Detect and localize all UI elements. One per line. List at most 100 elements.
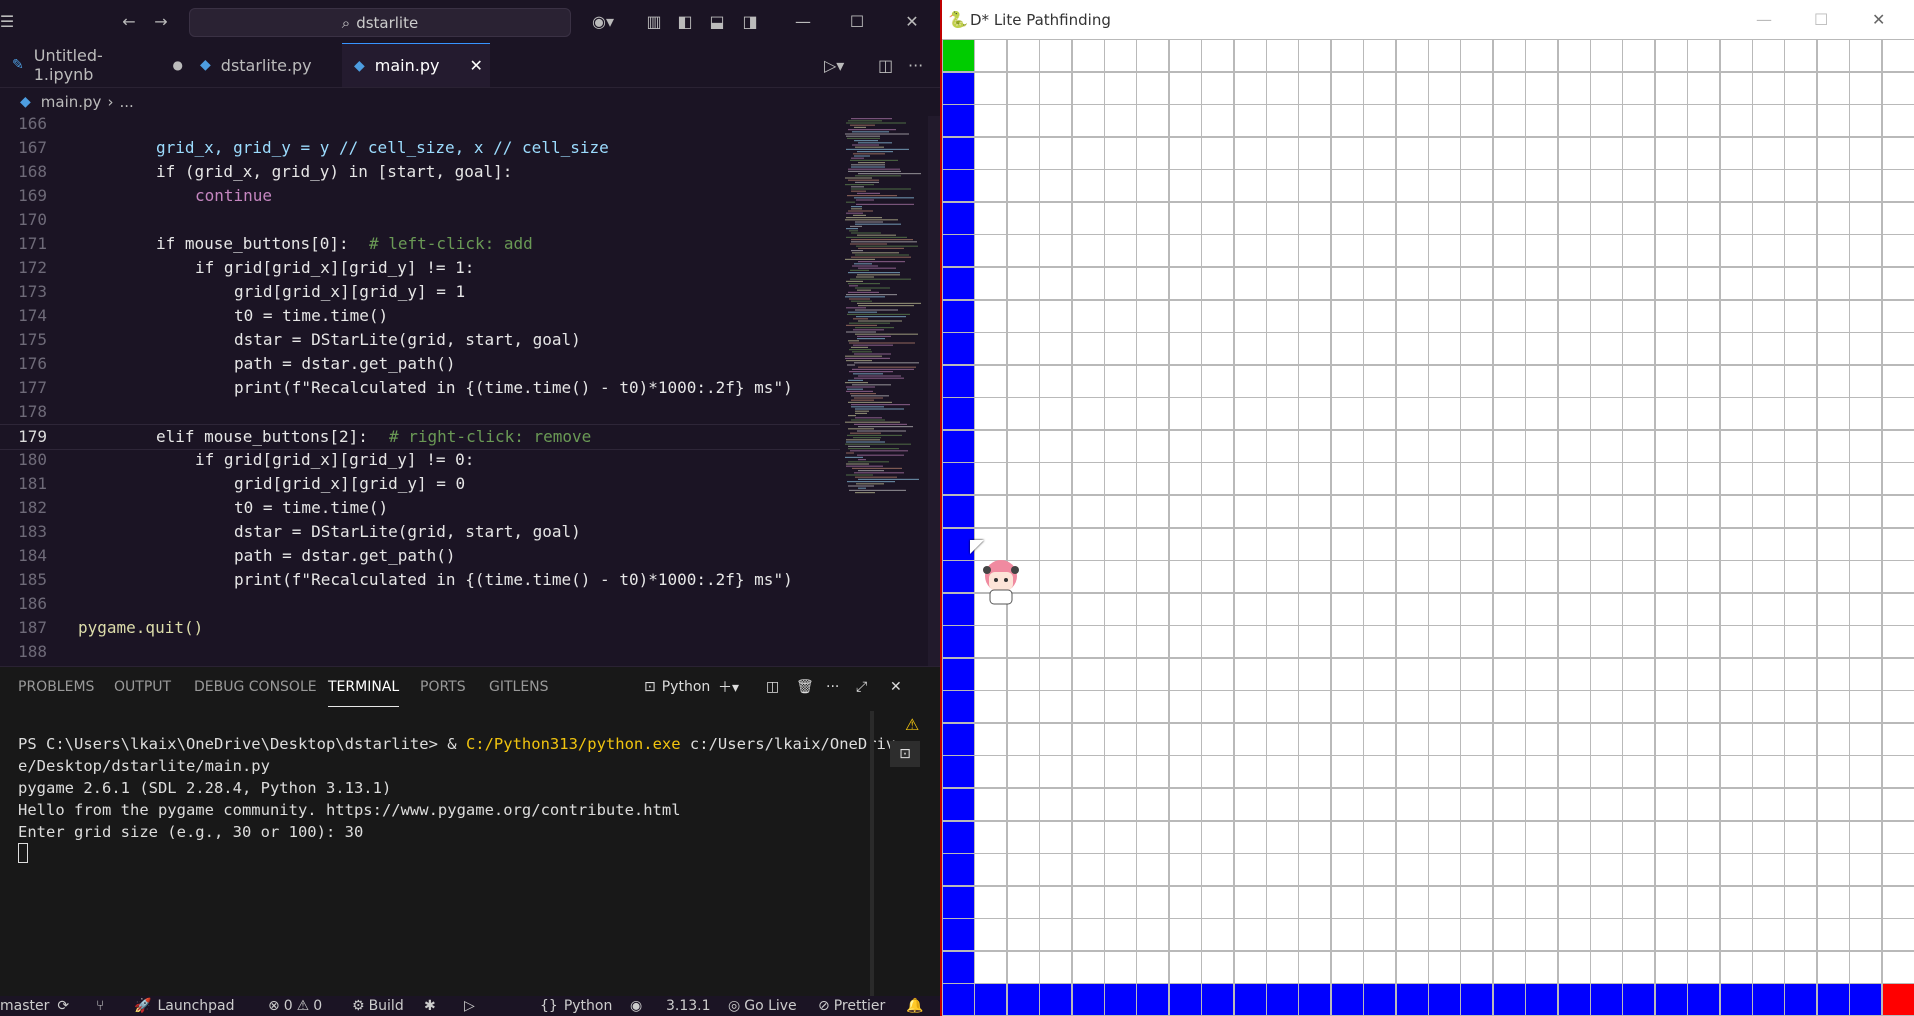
notifications-bell-icon[interactable]: 🔔: [906, 996, 923, 1016]
grid-cell[interactable]: [1006, 722, 1040, 756]
grid-cell[interactable]: [1816, 462, 1850, 496]
grid-cell[interactable]: [1168, 527, 1202, 561]
grid-cell[interactable]: [1881, 39, 1914, 72]
grid-cell[interactable]: [1881, 201, 1914, 235]
wall-cell[interactable]: [1752, 983, 1785, 1016]
grid-cell[interactable]: [1039, 592, 1073, 626]
grid-cell[interactable]: [1784, 429, 1818, 463]
grid-cell[interactable]: [1622, 332, 1656, 366]
copilot-status-icon[interactable]: ◉: [630, 996, 642, 1016]
grid-cell[interactable]: [1590, 592, 1623, 626]
grid-cell[interactable]: [1622, 592, 1656, 626]
grid-cell[interactable]: [1233, 722, 1267, 756]
grid-cell[interactable]: [1752, 169, 1785, 203]
grid-cell[interactable]: [1460, 494, 1494, 528]
grid-cell[interactable]: [1104, 332, 1137, 366]
grid-cell[interactable]: [1881, 299, 1914, 333]
grid-cell[interactable]: [1201, 332, 1235, 366]
grid-cell[interactable]: [1719, 104, 1753, 138]
grid-cell[interactable]: [1298, 429, 1332, 463]
grid-cell[interactable]: [1492, 136, 1526, 170]
grid-cell[interactable]: [1492, 462, 1526, 496]
grid-cell[interactable]: [1233, 332, 1267, 366]
start-cell[interactable]: [942, 39, 975, 72]
grid-cell[interactable]: [1557, 71, 1591, 105]
grid-cell[interactable]: [1525, 429, 1559, 463]
grid-cell[interactable]: [1784, 560, 1818, 594]
grid-cell[interactable]: [1266, 950, 1299, 984]
grid-cell[interactable]: [1590, 201, 1623, 235]
grid-cell[interactable]: [1719, 494, 1753, 528]
grid-cell[interactable]: [1298, 918, 1332, 952]
grid-cell[interactable]: [1719, 71, 1753, 105]
wall-cell[interactable]: [1428, 983, 1461, 1016]
grid-cell[interactable]: [1654, 71, 1688, 105]
grid-cell[interactable]: [1006, 397, 1040, 431]
grid-cell[interactable]: [1201, 853, 1235, 887]
grid-cell[interactable]: [1687, 755, 1721, 789]
grid-cell[interactable]: [1298, 332, 1332, 366]
grid-cell[interactable]: [1136, 788, 1170, 822]
grid-cell[interactable]: [1006, 201, 1040, 235]
grid-cell[interactable]: [1719, 820, 1753, 854]
grid-cell[interactable]: [1266, 169, 1299, 203]
grid-cell[interactable]: [1039, 788, 1073, 822]
grid-cell[interactable]: [1006, 104, 1040, 138]
grid-cell[interactable]: [1006, 853, 1040, 887]
grid-cell[interactable]: [1136, 918, 1170, 952]
grid-cell[interactable]: [1784, 788, 1818, 822]
grid-cell[interactable]: [1201, 299, 1235, 333]
grid-cell[interactable]: [1266, 364, 1299, 398]
grid-cell[interactable]: [1104, 201, 1137, 235]
grid-cell[interactable]: [1492, 592, 1526, 626]
grid-cell[interactable]: [1104, 788, 1137, 822]
grid-cell[interactable]: [1816, 918, 1850, 952]
grid-cell[interactable]: [1784, 853, 1818, 887]
grid-cell[interactable]: [1687, 885, 1721, 919]
grid-cell[interactable]: [1071, 462, 1105, 496]
grid-cell[interactable]: [1104, 169, 1137, 203]
grid-cell[interactable]: [1201, 950, 1235, 984]
grid-cell[interactable]: [1460, 788, 1494, 822]
grid-cell[interactable]: [1849, 332, 1883, 366]
grid-cell[interactable]: [1752, 429, 1785, 463]
grid-cell[interactable]: [1525, 820, 1559, 854]
grid-cell[interactable]: [1266, 690, 1299, 724]
grid-cell[interactable]: [1071, 169, 1105, 203]
grid-cell[interactable]: [1233, 136, 1267, 170]
grid-cell[interactable]: [1525, 885, 1559, 919]
grid-cell[interactable]: [1525, 136, 1559, 170]
grid-cell[interactable]: [1104, 657, 1137, 691]
grid-cell[interactable]: [1233, 71, 1267, 105]
grid-cell[interactable]: [1168, 429, 1202, 463]
grid-cell[interactable]: [1428, 462, 1461, 496]
grid-cell[interactable]: [1201, 71, 1235, 105]
grid-cell[interactable]: [1849, 755, 1883, 789]
debug-icon[interactable]: ✱: [424, 996, 436, 1016]
go-live-button[interactable]: ◎ Go Live: [728, 996, 797, 1016]
grid-cell[interactable]: [1298, 104, 1332, 138]
grid-cell[interactable]: [1752, 39, 1785, 72]
grid-cell[interactable]: [1654, 429, 1688, 463]
grid-cell[interactable]: [1233, 592, 1267, 626]
wall-cell[interactable]: [942, 625, 975, 659]
grid-cell[interactable]: [1168, 625, 1202, 659]
grid-cell[interactable]: [1266, 527, 1299, 561]
grid-cell[interactable]: [1395, 527, 1429, 561]
grid-cell[interactable]: [1039, 397, 1073, 431]
grid-cell[interactable]: [1719, 462, 1753, 496]
grid-cell[interactable]: [1201, 201, 1235, 235]
grid-cell[interactable]: [1428, 39, 1461, 72]
grid-cell[interactable]: [1525, 104, 1559, 138]
grid-cell[interactable]: [1622, 104, 1656, 138]
grid-cell[interactable]: [1881, 136, 1914, 170]
grid-cell[interactable]: [1654, 820, 1688, 854]
grid-cell[interactable]: [1006, 169, 1040, 203]
grid-cell[interactable]: [1590, 494, 1623, 528]
grid-cell[interactable]: [1395, 332, 1429, 366]
grid-cell[interactable]: [1395, 201, 1429, 235]
grid-cell[interactable]: [1428, 299, 1461, 333]
grid-cell[interactable]: [1363, 71, 1397, 105]
grid-cell[interactable]: [1298, 169, 1332, 203]
grid-cell[interactable]: [1006, 494, 1040, 528]
